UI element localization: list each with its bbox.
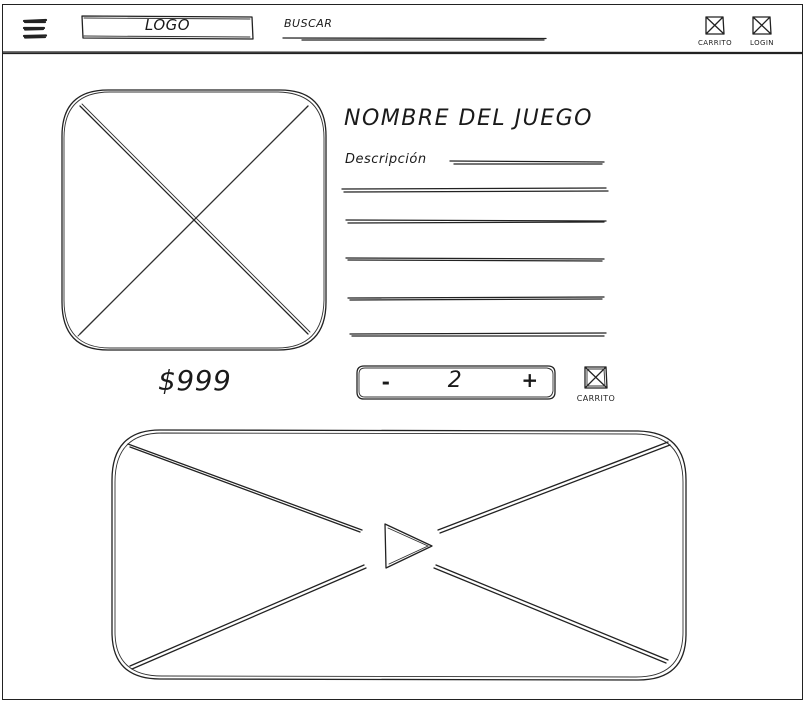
quantity-decrement-button[interactable]: - (372, 370, 400, 394)
product-title: NOMBRE DEL JUEGO (344, 106, 593, 131)
product-description-lines (341, 160, 609, 337)
quantity-value[interactable]: 2 (440, 368, 470, 393)
logo[interactable]: LOGO (80, 16, 255, 34)
search-underline (282, 37, 547, 41)
search-input[interactable]: BUSCAR (284, 17, 332, 30)
cart-icon (705, 16, 725, 35)
header-login-label: LOGIN (750, 39, 774, 47)
hamburger-menu-icon[interactable] (22, 18, 48, 40)
login-icon (752, 16, 772, 35)
header-divider (2, 51, 803, 55)
quantity-increment-button[interactable]: + (516, 368, 544, 392)
cart-icon (584, 366, 608, 389)
product-price: $999 (158, 364, 232, 397)
play-icon[interactable] (380, 520, 436, 572)
header-cart-label: CARRITO (697, 39, 733, 47)
product-image (61, 89, 327, 351)
add-to-cart-label: CARRITO (576, 394, 616, 403)
